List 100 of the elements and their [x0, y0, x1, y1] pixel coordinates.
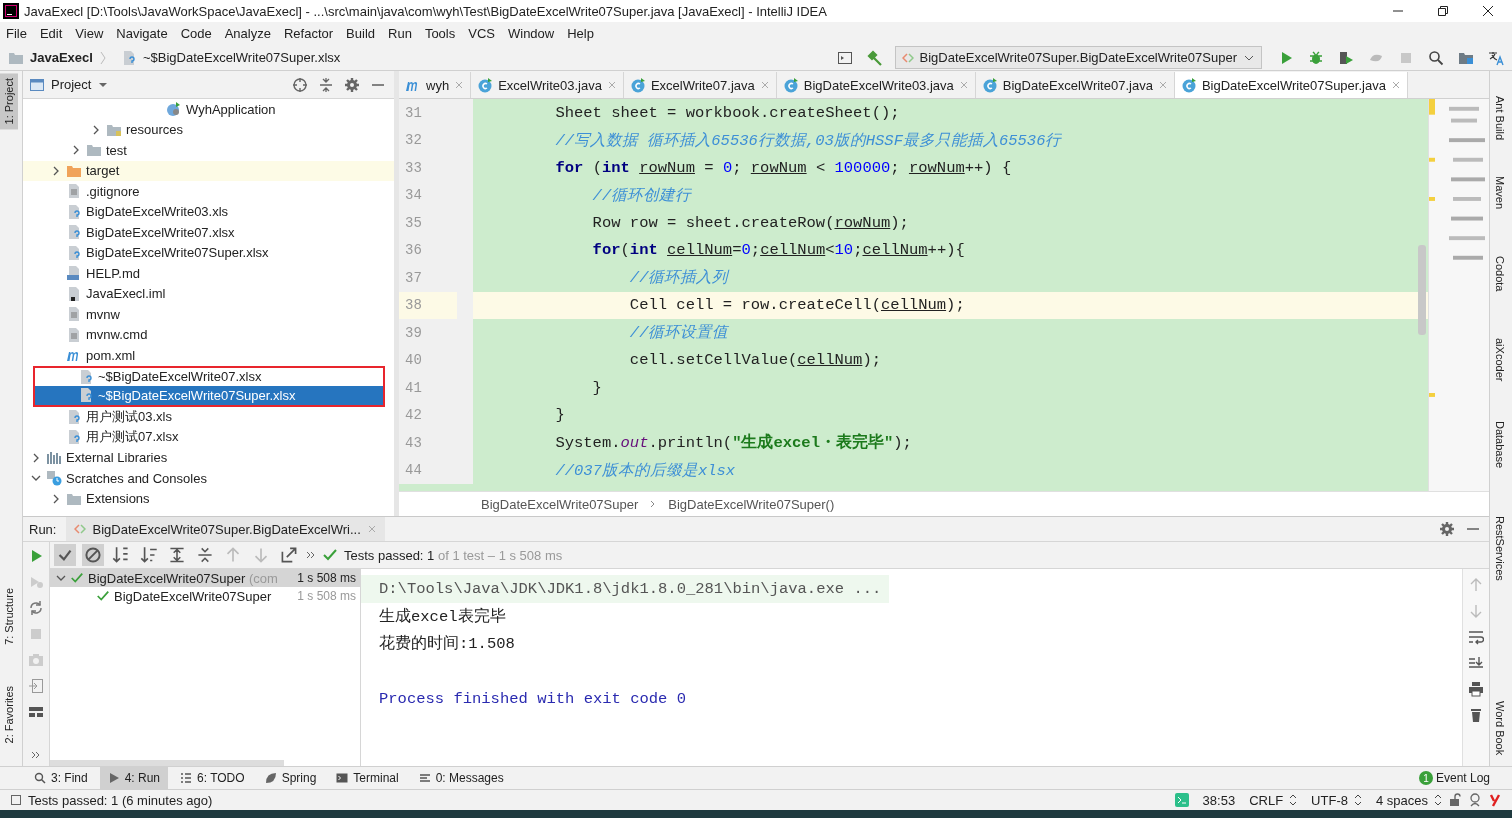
menu-item[interactable]: Window — [507, 26, 555, 41]
lock-icon[interactable] — [1448, 793, 1462, 807]
tree-item[interactable]: HELP.md — [23, 263, 394, 284]
menu-item[interactable]: Analyze — [224, 26, 271, 41]
scrollbar[interactable] — [50, 760, 284, 766]
chevron-right-icon[interactable] — [51, 493, 61, 504]
translate-icon[interactable] — [1488, 49, 1504, 66]
locate-icon[interactable] — [292, 76, 308, 93]
chevron-right-icon[interactable] — [91, 124, 101, 135]
line-separator-selector[interactable]: CRLF — [1249, 792, 1284, 808]
sort-by-duration-icon[interactable] — [138, 544, 160, 566]
layout-icon[interactable] — [836, 49, 853, 66]
tree-item[interactable]: resources — [23, 119, 394, 140]
tool-window-tab[interactable]: Word Book — [1491, 696, 1509, 761]
menu-item[interactable]: File — [6, 26, 27, 41]
tool-window-tab[interactable]: Codota — [1491, 251, 1509, 297]
tool-window-tab[interactable]: 3: Find — [26, 767, 96, 789]
editor-tab[interactable]: BigDateExcelWrite07.java — [975, 72, 1175, 98]
menu-item[interactable]: Run — [388, 26, 412, 41]
trash-icon[interactable] — [1468, 707, 1484, 723]
breadcrumb-item[interactable]: JavaExecl — [30, 50, 93, 65]
more-icon[interactable] — [31, 750, 41, 760]
sync-icon[interactable] — [28, 600, 44, 616]
scrollbar[interactable] — [1418, 245, 1426, 335]
tool-window-tab[interactable]: aiXcoder — [1491, 333, 1509, 387]
tool-window-tab[interactable]: 0: Messages — [410, 767, 512, 789]
editor-tab[interactable]: ExcelWrite03.java — [471, 72, 624, 98]
tree-item[interactable]: ~$BigDateExcelWrite07Super.xlsx — [33, 386, 385, 407]
close-icon[interactable] — [1482, 5, 1494, 17]
panel-toggle-icon[interactable] — [10, 794, 22, 806]
menu-item[interactable]: Refactor — [283, 26, 334, 41]
chevron-right-icon[interactable] — [31, 452, 41, 463]
indent-selector[interactable]: 4 spaces — [1375, 792, 1428, 808]
hammer-icon[interactable] — [866, 49, 883, 66]
restore-icon[interactable] — [1437, 5, 1449, 17]
show-ignored-icon[interactable] — [82, 544, 104, 566]
tool-window-tab[interactable]: Terminal — [328, 767, 407, 789]
tree-item[interactable]: pom.xml — [23, 345, 394, 366]
editor-tab[interactable]: BigDateExcelWrite07Super.java — [1174, 72, 1408, 98]
chevron-right-icon[interactable] — [71, 145, 81, 156]
tool-window-tab[interactable]: 4: Run — [99, 767, 169, 789]
tree-item[interactable]: .gitignore — [23, 181, 394, 202]
show-passed-icon[interactable] — [54, 544, 76, 566]
coverage-icon[interactable] — [1338, 49, 1354, 66]
tree-item[interactable]: External Libraries — [23, 447, 394, 468]
layout-icon[interactable] — [28, 704, 44, 720]
search-icon[interactable] — [1428, 49, 1444, 66]
tool-window-tab[interactable]: RestServices — [1491, 511, 1509, 586]
breadcrumb-item[interactable]: ~$BigDateExcelWrite07Super.xlsx — [142, 50, 341, 65]
tree-item[interactable]: JavaExecl.iml — [23, 283, 394, 304]
caret-position[interactable]: 38:53 — [1202, 792, 1236, 808]
tree-item[interactable]: WyhApplication — [23, 99, 394, 120]
chevron-down-icon[interactable] — [56, 573, 66, 583]
menu-item[interactable]: Edit — [39, 26, 63, 41]
menu-item[interactable]: Build — [346, 26, 375, 41]
tool-window-tab[interactable]: Spring — [256, 767, 325, 789]
scroll-to-end-icon[interactable] — [1468, 655, 1484, 671]
settings-icon[interactable] — [1439, 521, 1455, 537]
editor-tab[interactable]: BigDateExcelWrite03.java — [776, 72, 976, 98]
tool-window-tab[interactable]: Maven — [1491, 171, 1509, 215]
tool-window-tab[interactable]: 7: Structure — [0, 583, 18, 650]
tool-window-tab[interactable]: Ant Build — [1491, 91, 1509, 146]
menu-item[interactable]: Tools — [424, 26, 456, 41]
breadcrumb-item[interactable]: BigDateExcelWrite07Super() — [668, 496, 835, 512]
tree-item[interactable]: BigDateExcelWrite07.xlsx — [23, 222, 394, 243]
tool-window-tab[interactable]: Database — [1491, 416, 1509, 474]
menu-item[interactable]: Navigate — [116, 26, 168, 41]
soft-wrap-icon[interactable] — [1468, 629, 1484, 645]
editor-tab[interactable]: ExcelWrite07.java — [623, 72, 777, 98]
tree-item[interactable]: mvnw — [23, 304, 394, 325]
more-icon[interactable] — [306, 550, 316, 560]
debug-icon[interactable] — [1308, 49, 1324, 66]
tree-item[interactable]: Scratches and Consoles — [23, 468, 394, 489]
test-item[interactable]: BigDateExcelWrite07Super (com 1 s 508 ms — [50, 569, 360, 587]
editor-tab[interactable]: wyh — [399, 72, 472, 98]
tree-item[interactable]: mvnw.cmd — [23, 324, 394, 345]
tree-item[interactable]: target — [23, 160, 394, 181]
breadcrumb-item[interactable]: BigDateExcelWrite07Super — [481, 496, 639, 512]
encoding-selector[interactable]: UTF-8 — [1311, 792, 1348, 808]
print-icon[interactable] — [1468, 681, 1484, 697]
event-log-button[interactable]: 1 Event Log — [1418, 771, 1512, 785]
import-icon[interactable] — [28, 678, 44, 694]
menu-item[interactable]: Code — [180, 26, 212, 41]
tool-window-tab[interactable]: 2: Favorites — [0, 681, 18, 749]
run-tab[interactable]: BigDateExcelWrite07Super.BigDateExcelWri... — [66, 517, 385, 541]
tree-item[interactable]: Extensions — [23, 488, 394, 509]
run-configuration-dropdown[interactable]: BigDateExcelWrite07Super.BigDateExcelWrite07Super — [894, 46, 1262, 69]
chevron-right-icon[interactable] — [51, 165, 61, 176]
menu-item[interactable]: View — [75, 26, 104, 41]
test-item[interactable]: BigDateExcelWrite07Super 1 s 508 ms — [50, 587, 360, 605]
settings-icon[interactable] — [344, 76, 360, 93]
plugin-icon[interactable] — [1488, 793, 1502, 807]
panel-title[interactable]: Project — [51, 77, 92, 92]
tree-item[interactable]: 用户测试03.xls — [23, 406, 394, 427]
collapse-all-icon[interactable] — [318, 76, 334, 93]
tool-window-tab[interactable]: 1: Project — [0, 73, 18, 130]
inspector-icon[interactable] — [1468, 793, 1482, 807]
tree-item[interactable]: BigDateExcelWrite07Super.xlsx — [23, 242, 394, 263]
tree-item[interactable]: BigDateExcelWrite03.xls — [23, 201, 394, 222]
menu-item[interactable]: Help — [567, 26, 594, 41]
